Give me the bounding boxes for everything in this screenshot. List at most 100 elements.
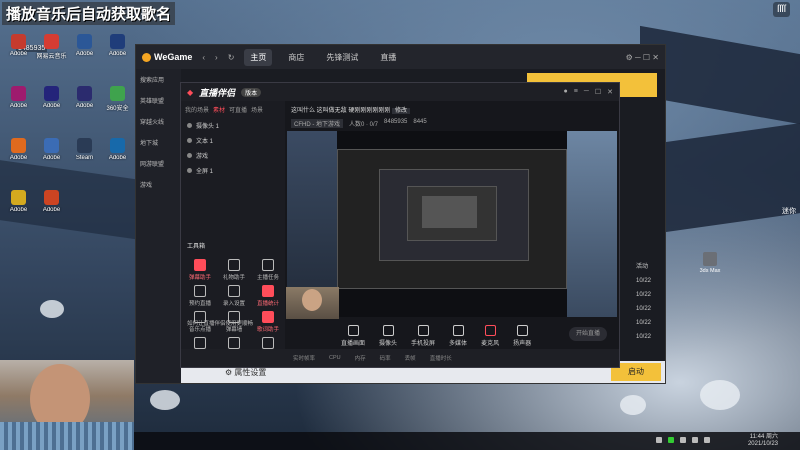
- network-icon[interactable]: [692, 437, 698, 443]
- tray-icon[interactable]: [668, 437, 674, 443]
- refresh-icon[interactable]: ↻: [228, 53, 235, 62]
- news-date[interactable]: 10/22: [636, 316, 651, 330]
- toolbox-item[interactable]: 预约直播: [185, 285, 215, 307]
- toolbox-item[interactable]: 直播统计: [253, 285, 283, 307]
- shortcut-label: 3ds Max: [699, 268, 721, 274]
- tab-home[interactable]: 主页: [244, 48, 273, 66]
- news-date[interactable]: 10/22: [636, 288, 651, 302]
- desktop-shortcut[interactable]: Adobe: [101, 34, 134, 70]
- visibility-icon[interactable]: [187, 123, 192, 128]
- toolbox-item[interactable]: 弹幕助手: [185, 259, 215, 281]
- tool-icon: [194, 337, 206, 349]
- tray-icon[interactable]: [656, 437, 662, 443]
- volume-icon[interactable]: [704, 437, 710, 443]
- property-settings-link[interactable]: 属性设置: [234, 367, 266, 378]
- visibility-icon[interactable]: [187, 153, 192, 158]
- settings-icon[interactable]: ⚙: [225, 368, 234, 377]
- tool-icon: [228, 337, 240, 349]
- desktop-shortcut[interactable]: 网易云音乐: [35, 34, 68, 70]
- desktop-shortcut[interactable]: Adobe: [68, 86, 101, 122]
- control-label: 摄像头: [379, 341, 398, 347]
- sidebar-game-item[interactable]: 游戏: [136, 174, 181, 195]
- menu-icon[interactable]: ≡: [574, 88, 578, 96]
- desktop-shortcut[interactable]: Adobe: [35, 190, 68, 226]
- tool-label: 主播任务: [256, 275, 279, 281]
- tab-my-scene[interactable]: 我的场景: [185, 105, 209, 114]
- tool-icon: [194, 285, 206, 297]
- tray-icon[interactable]: [680, 437, 686, 443]
- close-icon[interactable]: ✕: [607, 88, 613, 96]
- minimize-icon[interactable]: ─: [584, 88, 589, 96]
- desktop-shortcut[interactable]: Adobe: [2, 138, 35, 174]
- scene-item[interactable]: 文本 1: [181, 133, 285, 148]
- shortcut-label: Adobe: [9, 155, 28, 161]
- sidebar-game-item[interactable]: 网游联盟: [136, 153, 181, 174]
- tool-icon: [194, 259, 206, 271]
- toolbox-item[interactable]: 歌词助手: [253, 311, 283, 333]
- app-icon: [11, 138, 26, 153]
- visibility-icon[interactable]: [187, 168, 192, 173]
- tab-scene[interactable]: 场景: [251, 105, 263, 114]
- shortcut-label: Adobe: [42, 155, 61, 161]
- maximize-icon[interactable]: ☐: [595, 88, 601, 96]
- forward-icon[interactable]: ›: [215, 53, 218, 62]
- app-icon: [44, 86, 59, 101]
- tab-live-able[interactable]: 可直播: [229, 105, 247, 114]
- scene-list: 摄像头 1 文本 1 游戏 全屏 1: [181, 118, 285, 178]
- desktop-shortcut[interactable]: Adobe: [68, 34, 101, 70]
- sidebar-game-item[interactable]: 搜索应用: [136, 69, 181, 90]
- room-title: 这叫什么 这叫做无敌 硬刚刚刚刚刚刚: [291, 108, 391, 114]
- tab-store[interactable]: 商店: [282, 49, 310, 66]
- desktop-shortcut[interactable]: 360安全: [101, 86, 134, 122]
- category-tag[interactable]: CFHD - 地下游戏: [291, 119, 343, 128]
- start-live-button[interactable]: 开始直播: [569, 327, 607, 341]
- desktop-shortcut[interactable]: Adobe: [2, 34, 35, 70]
- news-date[interactable]: 10/22: [636, 274, 651, 288]
- tool-label: 礼物助手: [222, 275, 245, 281]
- toolbox-item[interactable]: 礼物助手: [219, 259, 249, 281]
- version-badge[interactable]: 版本: [241, 87, 262, 97]
- visibility-icon[interactable]: [187, 138, 192, 143]
- system-tray[interactable]: [656, 437, 710, 443]
- webcam-face: [302, 289, 322, 311]
- sidebar-game-item[interactable]: 英雄联盟: [136, 90, 181, 111]
- toolbox-item[interactable]: 录入设置: [219, 285, 249, 307]
- window-controls[interactable]: ● ≡ ─ ☐ ✕: [564, 88, 613, 96]
- source-control-button[interactable]: 手机投屏: [411, 325, 435, 347]
- sidebar-game-item[interactable]: 穿越火线: [136, 111, 181, 132]
- wegame-window-controls[interactable]: ⚙ ─ ☐ ✕: [626, 53, 659, 62]
- news-date[interactable]: 10/22: [636, 330, 651, 344]
- desktop-shortcut-3dsmax[interactable]: 3ds Max: [699, 252, 721, 274]
- source-control-button[interactable]: 多媒体: [449, 325, 467, 347]
- desktop-shortcut[interactable]: Adobe: [2, 86, 35, 122]
- tab-beta[interactable]: 先锋测试: [320, 49, 364, 66]
- tab-material[interactable]: 素材: [213, 105, 225, 114]
- scene-item[interactable]: 摄像头 1: [181, 118, 285, 133]
- source-control-button[interactable]: 麦克风: [481, 325, 499, 347]
- avatar[interactable]: ●: [564, 88, 568, 96]
- desktop-shortcut[interactable]: Steam: [68, 138, 101, 174]
- taskbar-clock[interactable]: 11:44 周六 2021/10/23: [748, 434, 778, 448]
- app-icon: [44, 190, 59, 205]
- help-notice[interactable]: 如何让直播伴侣使用更顺畅: [187, 319, 253, 327]
- back-icon[interactable]: ‹: [202, 53, 205, 62]
- source-control-button[interactable]: 摄像头: [379, 325, 397, 347]
- desktop-shortcut[interactable]: Adobe: [101, 138, 134, 174]
- tab-live[interactable]: 直播: [374, 49, 402, 66]
- tool-icon: [262, 337, 274, 349]
- desktop-shortcut[interactable]: Adobe: [2, 190, 35, 226]
- source-control-button[interactable]: 直播画面: [341, 325, 365, 347]
- tool-label: 歌词助手: [256, 327, 279, 333]
- source-control-button[interactable]: 扬声器: [513, 325, 531, 347]
- room-info: 这叫什么 这叫做无敌 硬刚刚刚刚刚刚 修改 CFHD - 地下游戏 人数0 · …: [291, 105, 427, 128]
- edit-title-button[interactable]: 修改: [392, 108, 411, 114]
- scene-item[interactable]: 全屏 1: [181, 163, 285, 178]
- shortcut-label: Adobe: [75, 51, 94, 57]
- sidebar-game-item[interactable]: 地下城: [136, 132, 181, 153]
- news-date[interactable]: 10/22: [636, 302, 651, 316]
- toolbox-item[interactable]: 主播任务: [253, 259, 283, 281]
- tool-icon: [228, 285, 240, 297]
- desktop-shortcut[interactable]: Adobe: [35, 86, 68, 122]
- desktop-shortcut[interactable]: Adobe: [35, 138, 68, 174]
- scene-item[interactable]: 游戏: [181, 148, 285, 163]
